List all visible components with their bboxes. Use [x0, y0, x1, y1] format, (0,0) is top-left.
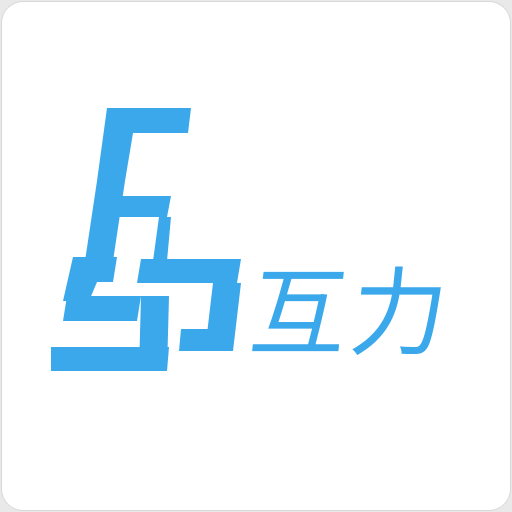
logo-wordmark: 互力 [245, 258, 457, 370]
icon-tile: 互力 [1, 1, 511, 511]
app-icon: 互力 [0, 0, 512, 512]
